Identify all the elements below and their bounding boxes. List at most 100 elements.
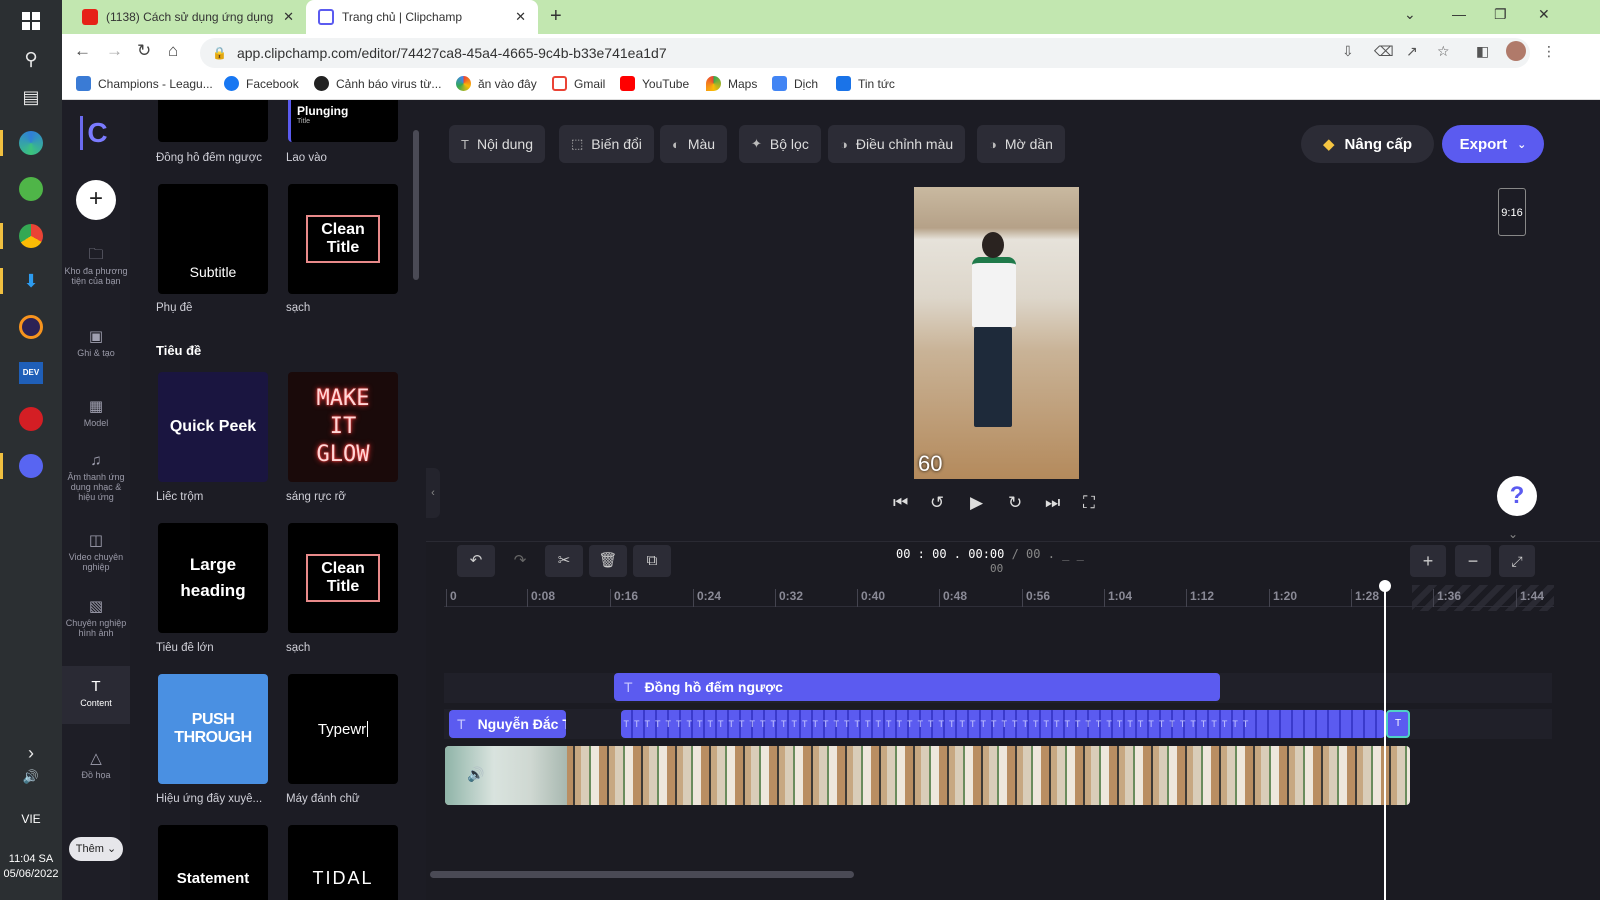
aspect-ratio-button[interactable]: 9:16 [1498,188,1526,236]
clock[interactable]: 11:04 SA 05/06/2022 [0,852,62,882]
template-card-clean-title-2[interactable]: Clean Title [288,523,398,633]
template-card-statement[interactable]: Statement [158,825,268,900]
share-icon[interactable]: ↗ [1406,43,1418,60]
input-language[interactable]: VIE [0,812,62,826]
video-preview[interactable]: 60 [914,187,1079,479]
playhead-handle[interactable] [1379,580,1391,592]
install-app-icon[interactable]: ⇩ [1342,43,1354,60]
template-card-subtitle[interactable]: Subtitle [158,184,268,294]
text-clip-selected[interactable]: T [1386,710,1410,738]
template-card-make-it-glow[interactable]: MAKE IT GLOW [288,372,398,482]
fade-button[interactable]: ◑ Mờ dần [977,125,1065,163]
bookmark-champions[interactable]: Champions - Leagu... [76,76,213,91]
redo-button[interactable]: ↷ [501,545,539,577]
clipchamp-logo[interactable]: C [80,116,112,150]
dev-cpp-icon[interactable]: DEV [14,356,48,390]
bookmark-maps[interactable]: Maps [706,76,757,91]
restore-button[interactable]: ❐ [1494,6,1507,23]
delete-button[interactable]: 🗑 [589,545,627,577]
fullscreen-icon[interactable]: ⛶ [1083,493,1095,513]
fit-timeline-button[interactable]: ⤢ [1499,545,1535,577]
bookmark-virus-warning[interactable]: Cảnh báo virus từ... [314,76,441,91]
side-panel-icon[interactable]: ◧ [1476,43,1489,60]
zoom-in-button[interactable]: + [1410,545,1446,577]
rail-item-templates[interactable]: ▦ Model [62,399,130,428]
video-clip-track[interactable]: 🔊 [445,746,1410,805]
rail-item-record-create[interactable]: ▣ Ghi & tạo [62,329,130,358]
close-tab-icon[interactable]: ✕ [283,9,294,25]
playhead[interactable] [1384,581,1386,900]
more-button[interactable]: Thêm ⌄ [69,837,123,861]
text-clips-sequence[interactable]: T T T T T T T T T T T T T T T T T T T T … [621,710,1385,738]
undo-button[interactable]: ↶ [457,545,495,577]
bookmark-youtube[interactable]: YouTube [620,76,689,91]
tab-search-icon[interactable]: ⌄ [1404,6,1416,23]
split-button[interactable]: ✂ [545,545,583,577]
template-card-quick-peek[interactable]: Quick Peek [158,372,268,482]
discord-icon[interactable] [14,449,48,483]
rail-item-graphics[interactable]: △ Đồ họa [62,751,130,780]
skip-to-end-icon[interactable]: ⏭ [1045,493,1060,513]
rail-item-stock-images[interactable]: ▧ Chuyên nghiệp hình ảnh [62,599,130,638]
close-window-button[interactable]: ✕ [1538,6,1550,23]
template-card-typewriter[interactable]: Typewr [288,674,398,784]
text-clip-countdown[interactable]: T Đồng hồ đếm ngược [614,673,1220,701]
rail-item-audio[interactable]: ♫ Âm thanh ứng dụng nhạc & hiệu ứng [62,453,130,502]
rewind-5s-icon[interactable]: ↺ [930,493,944,513]
template-card-tidal[interactable]: TIDAL [288,825,398,900]
close-tab-icon[interactable]: ✕ [515,9,526,25]
duplicate-button[interactable]: ⧉ [633,545,671,577]
template-card-large-heading[interactable]: Large heading [158,523,268,633]
windows-start-icon[interactable] [14,4,48,38]
export-button[interactable]: Export ⌄ [1442,125,1544,163]
zoom-out-button[interactable]: − [1455,545,1491,577]
color-button[interactable]: ◐ Màu [660,125,728,163]
back-button[interactable]: ← [74,41,91,61]
help-button[interactable]: ? [1497,476,1537,516]
garena-icon[interactable] [14,402,48,436]
add-media-button[interactable]: + [76,180,116,220]
lock-icon[interactable]: 🔒 [212,46,227,60]
chrome-icon[interactable] [14,219,48,253]
bookmark-facebook[interactable]: Facebook [224,76,299,91]
panel-scrollbar[interactable] [413,130,419,280]
skip-to-start-icon[interactable]: ⏮ [893,493,908,513]
task-view-icon[interactable]: ▤ [14,80,48,114]
forward-5s-icon[interactable]: ↻ [1008,493,1022,513]
text-clip-name[interactable]: T Nguyễn Đắc T [449,710,566,738]
edge-browser-icon[interactable] [14,126,48,160]
timeline-scrollbar[interactable] [430,871,854,878]
network-volume-icon[interactable]: 🔊 [14,760,48,794]
transform-button[interactable]: ⬚ Biến đổi [559,125,654,163]
bookmark-star-icon[interactable]: ☆ [1437,43,1450,60]
play-icon[interactable]: ▶ [970,493,983,513]
filters-button[interactable]: ✦ Bộ lọc [739,125,821,163]
reload-button[interactable]: ↻ [137,41,151,61]
forward-button[interactable]: → [106,41,123,61]
audio-icon[interactable]: 🔊 [467,766,484,783]
profile-avatar[interactable] [1506,41,1526,61]
template-card-push-through[interactable]: PUSH THROUGH [158,674,268,784]
collapse-panel-handle[interactable]: ‹ [426,468,440,518]
search-icon[interactable]: ⚲ [14,42,48,76]
template-card-countdown[interactable] [158,100,268,142]
address-bar[interactable]: 🔒 app.clipchamp.com/editor/74427ca8-45a4… [200,38,1530,68]
bookmark-gmail[interactable]: Gmail [552,76,605,91]
rail-item-stock-video[interactable]: ◫ Video chuyên nghiệp [62,533,130,572]
template-card-plunging[interactable]: Plunging Title [288,100,398,142]
download-manager-icon[interactable]: ⬇ [14,264,48,298]
menu-kebab-icon[interactable]: ⋮ [1542,43,1556,60]
greenshot-icon[interactable] [14,172,48,206]
home-button[interactable]: ⌂ [168,41,178,61]
bookmark-news[interactable]: Tin tức [836,76,895,91]
upgrade-button[interactable]: ◆ Nâng cấp [1301,125,1434,163]
eclipse-icon[interactable] [14,310,48,344]
bookmark-an-vao-day[interactable]: ăn vào đây [456,76,537,91]
rail-item-media-library[interactable]: 🗀 Kho đa phương tiện của bạn [62,247,130,286]
adjust-colors-button[interactable]: ◑ Điều chỉnh màu [828,125,966,163]
tab-clipchamp[interactable]: Trang chủ | Clipchamp ✕ [306,0,538,34]
chevron-down-icon[interactable]: ⌄ [1508,527,1518,541]
tab-youtube[interactable]: (1138) Cách sử dụng ứng dụng b ✕ [70,0,306,34]
content-button[interactable]: T Nội dung [449,125,545,163]
translate-icon[interactable]: ⌫ [1374,43,1394,60]
